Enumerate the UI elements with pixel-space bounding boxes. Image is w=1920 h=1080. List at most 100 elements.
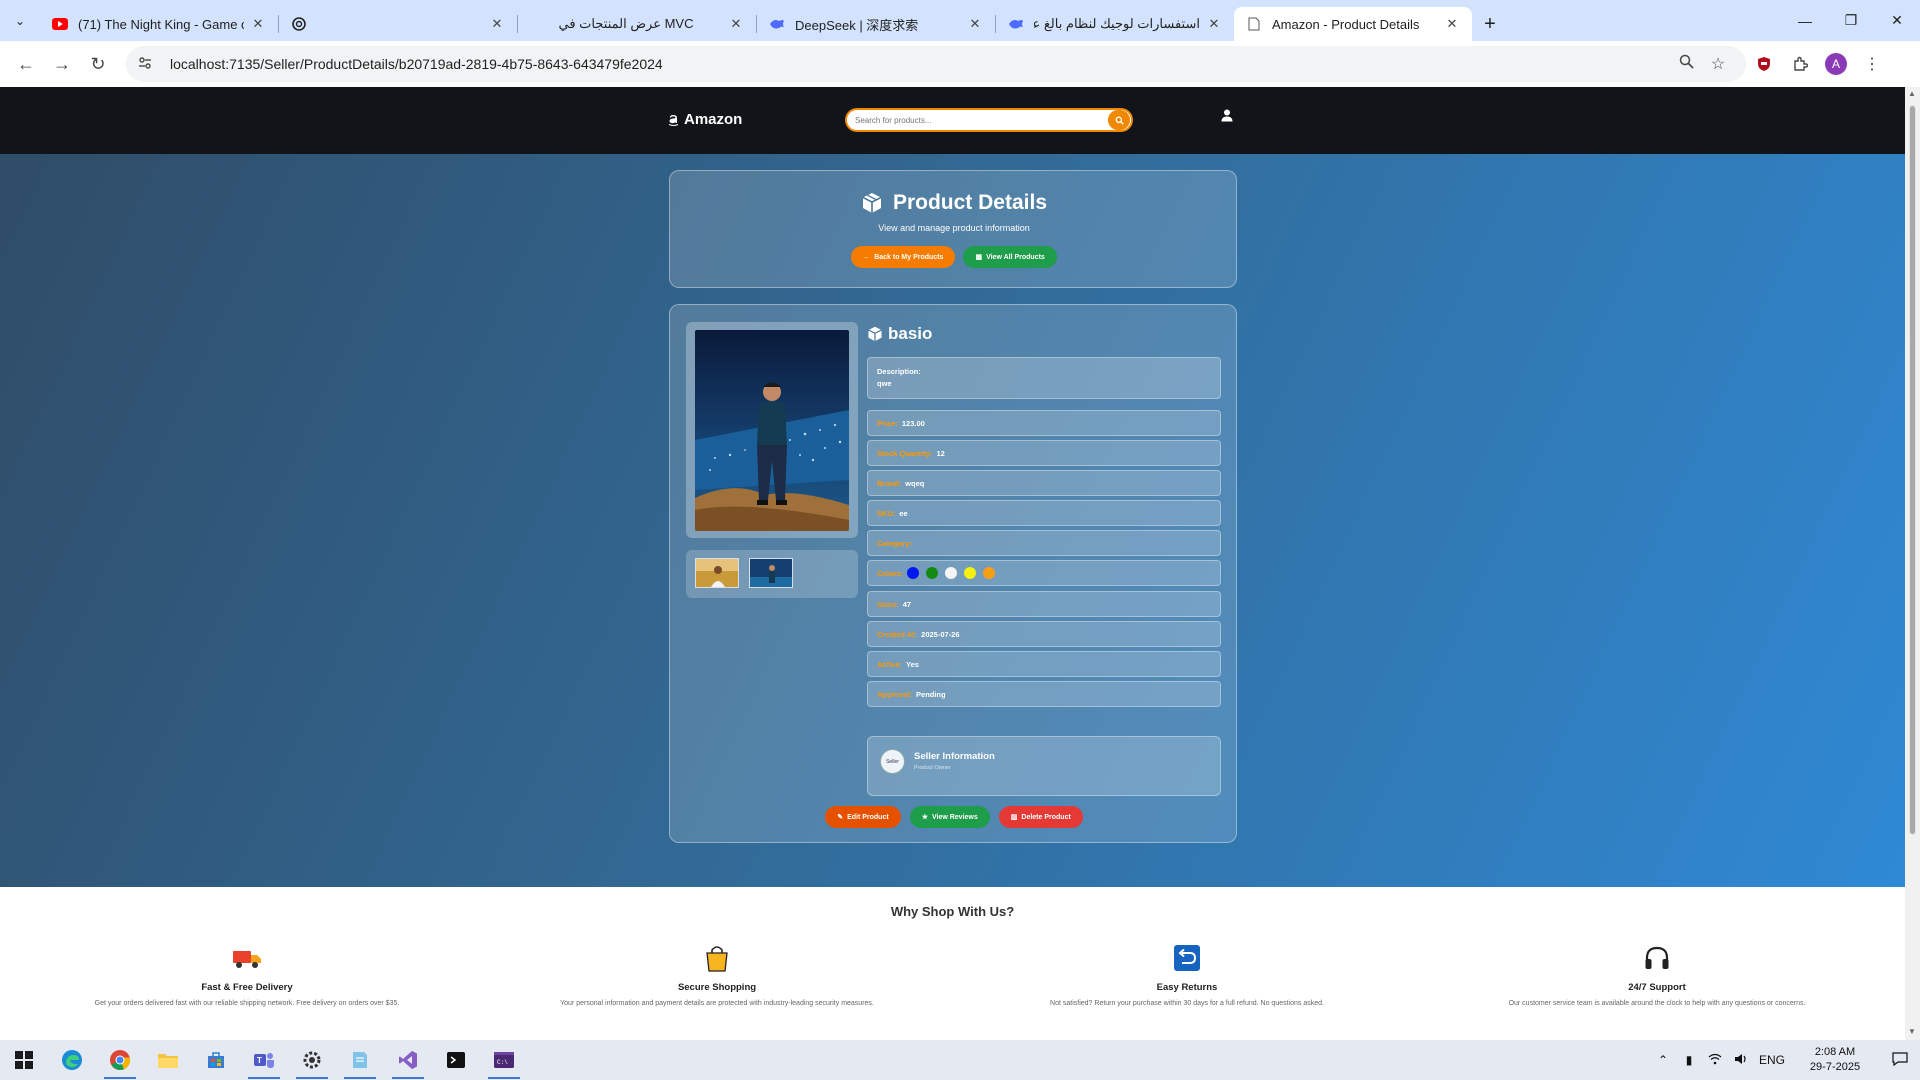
windows-start-icon[interactable] xyxy=(0,1040,48,1080)
product-details-header: Product Details View and manage product … xyxy=(669,170,1237,288)
zoom-icon[interactable] xyxy=(1670,54,1702,74)
tab-youtube[interactable]: (71) The Night King - Game of Thrones ✕ xyxy=(40,7,278,41)
product-thumbnail[interactable] xyxy=(749,558,793,588)
description-value: qwe xyxy=(877,379,892,388)
scroll-down-arrow-icon[interactable]: ▼ xyxy=(1908,1027,1916,1036)
close-icon[interactable]: ✕ xyxy=(1206,16,1222,32)
tab-deepseek[interactable]: DeepSeek | 深度求索 ✕ xyxy=(757,7,995,41)
site-logo[interactable]: Amazon xyxy=(668,111,742,128)
teams-icon[interactable]: T xyxy=(240,1040,288,1080)
product-main-image[interactable] xyxy=(695,330,849,531)
field-active: Active: Yes xyxy=(867,651,1221,677)
field-stock-quantity: Stock Quantity: 12 xyxy=(867,440,1221,466)
page-scrollbar[interactable]: ▲ ▼ xyxy=(1905,87,1920,1040)
forward-arrow-icon[interactable]: → xyxy=(44,46,80,82)
notepad-icon[interactable] xyxy=(336,1040,384,1080)
tab-title: Amazon - Product Details xyxy=(1272,16,1420,32)
view-all-products-button[interactable]: ▦ View All Products xyxy=(963,246,1057,268)
notifications-icon[interactable] xyxy=(1880,1051,1920,1069)
restore-icon[interactable]: ❐ xyxy=(1828,0,1874,41)
chevron-up-icon[interactable]: ⌃ xyxy=(1650,1053,1676,1067)
terminal-app-icon[interactable] xyxy=(432,1040,480,1080)
header-actions: ← Back to My Products ▦ View All Product… xyxy=(670,246,1238,268)
scroll-up-arrow-icon[interactable]: ▲ xyxy=(1908,89,1916,98)
tab-mvc[interactable]: عرض المنتجات في MVC ✕ xyxy=(518,7,756,41)
user-account-icon[interactable] xyxy=(1221,109,1233,127)
tab-search-chevron-icon[interactable]: ⌄ xyxy=(0,0,40,41)
product-thumbnail[interactable] xyxy=(695,558,739,588)
reload-icon[interactable]: ↻ xyxy=(80,46,116,82)
bookmark-star-icon[interactable]: ☆ xyxy=(1702,54,1734,74)
svg-text:C:\: C:\ xyxy=(497,1059,508,1066)
visual-studio-icon[interactable] xyxy=(384,1040,432,1080)
field-colors: Colors: xyxy=(867,560,1221,586)
search-input[interactable] xyxy=(855,115,1108,125)
logo-text: Amazon xyxy=(684,111,743,128)
star-icon: ★ xyxy=(921,814,928,821)
address-bar[interactable]: localhost:7135/Seller/ProductDetails/b20… xyxy=(126,46,1746,82)
trash-icon: ▨ xyxy=(1010,814,1018,821)
input-language[interactable]: ENG xyxy=(1754,1053,1790,1067)
settings-gear-icon[interactable] xyxy=(288,1040,336,1080)
edge-browser-icon[interactable] xyxy=(48,1040,96,1080)
new-tab-plus-icon[interactable]: + xyxy=(1472,7,1508,41)
tab-title: DeepSeek | 深度求索 xyxy=(795,17,919,33)
close-icon[interactable]: ✕ xyxy=(728,16,744,32)
field-sizes: Sizes: 47 xyxy=(867,591,1221,617)
view-reviews-button[interactable]: ★ View Reviews xyxy=(909,806,990,828)
tab-amazon-product-details[interactable]: Amazon - Product Details ✕ xyxy=(1234,7,1472,41)
feature-secure-shopping: Secure Shopping Your personal informatio… xyxy=(482,942,952,1007)
back-to-my-products-button[interactable]: ← Back to My Products xyxy=(851,246,956,268)
close-icon[interactable]: ✕ xyxy=(489,16,505,32)
thumbnail-strip xyxy=(686,550,858,598)
window-close-icon[interactable]: ✕ xyxy=(1874,0,1920,41)
description-label: Description: xyxy=(877,367,921,376)
search-button[interactable] xyxy=(1108,110,1130,130)
system-clock[interactable]: 2:08 AM 29-7-2025 xyxy=(1790,1045,1880,1075)
scrollbar-thumb[interactable] xyxy=(1909,105,1916,835)
back-arrow-icon[interactable]: ← xyxy=(8,46,44,82)
tab-title: (71) The Night King - Game of Thrones xyxy=(78,16,244,32)
field-brand: Brand: wqeq xyxy=(867,470,1221,496)
battery-icon[interactable]: ▮ xyxy=(1676,1053,1702,1067)
url-text[interactable]: localhost:7135/Seller/ProductDetails/b20… xyxy=(170,56,1670,72)
color-swatch-white xyxy=(945,567,958,579)
system-tray: ⌃ ▮ ENG 2:08 AM 29-7-2025 xyxy=(1650,1040,1920,1080)
extensions-puzzle-icon[interactable] xyxy=(1782,46,1818,82)
more-menu-icon[interactable]: ⋮ xyxy=(1854,46,1890,82)
field-created-at: Created At: 2025-07-26 xyxy=(867,621,1221,647)
tab-title: عرض المنتجات في MVC xyxy=(558,16,694,31)
microsoft-store-icon[interactable] xyxy=(192,1040,240,1080)
feature-support: 24/7 Support Our customer service team i… xyxy=(1422,942,1892,1007)
color-swatch-blue xyxy=(907,567,920,579)
shield-extension-icon[interactable] xyxy=(1746,46,1782,82)
feature-easy-returns: Easy Returns Not satisfied? Return your … xyxy=(952,942,1422,1007)
section-title: Why Shop With Us? xyxy=(890,904,1015,919)
main-image-frame xyxy=(686,322,858,538)
volume-icon[interactable] xyxy=(1728,1053,1754,1068)
close-icon[interactable]: ✕ xyxy=(967,16,983,32)
dev-terminal-icon[interactable]: C:\ xyxy=(480,1040,528,1080)
profile-avatar[interactable]: A xyxy=(1818,46,1854,82)
color-swatch-yellow xyxy=(964,567,977,579)
delete-product-button[interactable]: ▨ Delete Product xyxy=(998,806,1083,828)
minimize-icon[interactable]: — xyxy=(1782,0,1828,41)
field-approval: Approval: Pending xyxy=(867,681,1221,707)
search-icon xyxy=(1115,116,1124,125)
box-icon xyxy=(862,193,882,213)
wifi-icon[interactable] xyxy=(1702,1053,1728,1068)
page-viewport: Amazon Product Details View and manage p… xyxy=(0,87,1905,1040)
amazon-icon xyxy=(668,114,679,126)
tab-chatgpt[interactable]: ✕ xyxy=(279,7,517,41)
site-info-icon[interactable] xyxy=(138,56,158,73)
chrome-browser-icon[interactable] xyxy=(96,1040,144,1080)
close-icon[interactable]: ✕ xyxy=(250,16,266,32)
tab-deepseek-arabic[interactable]: استفسارات لوجيك لنظام بالغ علي ✕ xyxy=(996,7,1234,41)
windows-taskbar: T C:\ ⌃ ▮ ENG 2:08 AM 29-7-2025 xyxy=(0,1040,1920,1080)
edit-product-button[interactable]: ✎ Edit Product xyxy=(825,806,901,828)
close-icon[interactable]: ✕ xyxy=(1444,16,1460,32)
box-icon xyxy=(868,326,882,342)
product-name: basio xyxy=(867,324,932,344)
deepseek-whale-icon xyxy=(769,16,785,32)
file-explorer-icon[interactable] xyxy=(144,1040,192,1080)
